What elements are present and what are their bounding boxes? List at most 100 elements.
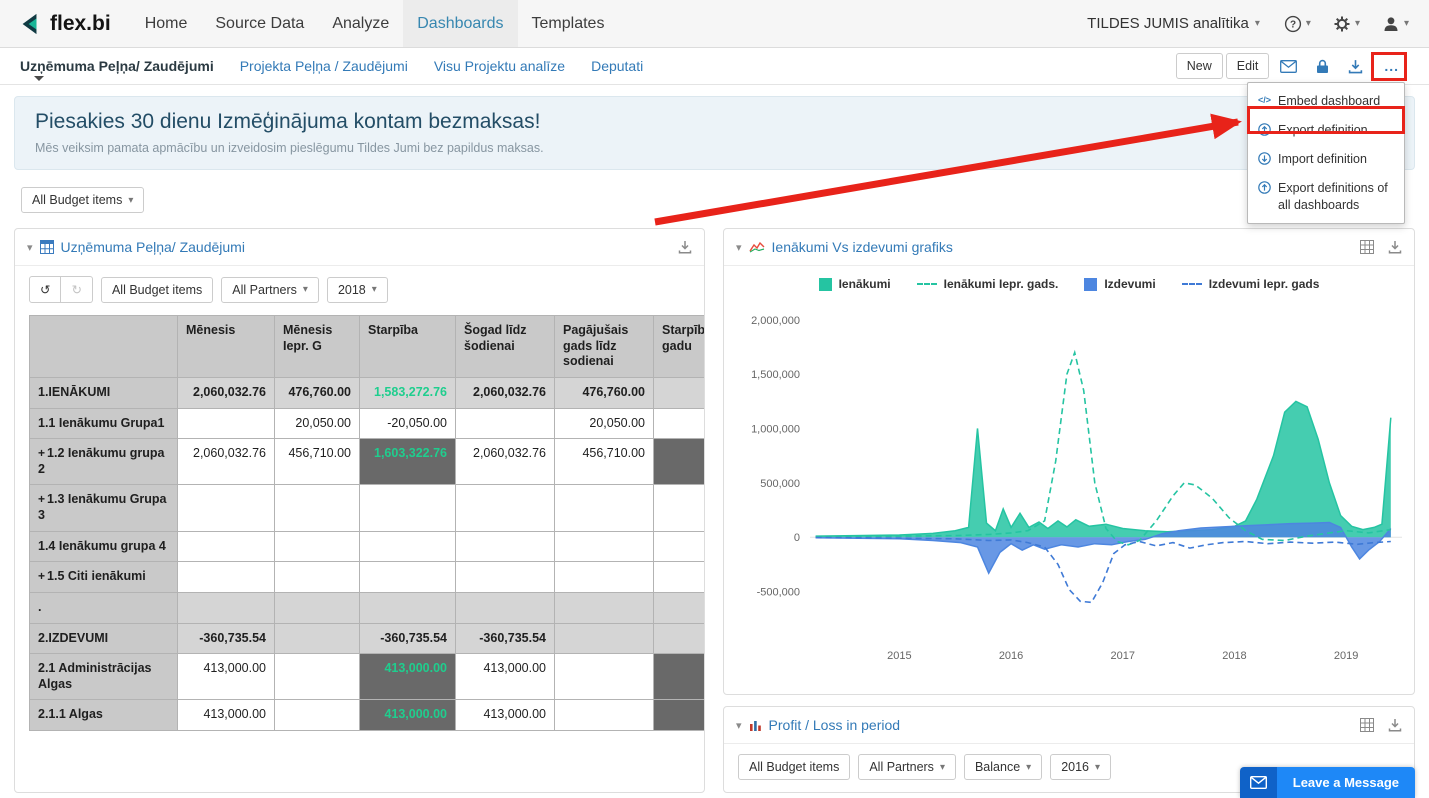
nav-source-data[interactable]: Source Data: [201, 0, 318, 47]
download-dashboard-button[interactable]: [1340, 55, 1371, 78]
filter-label: All Partners: [869, 760, 934, 774]
partners-filter[interactable]: All Partners ▾: [858, 754, 956, 780]
chevron-down-icon: ▾: [303, 284, 308, 295]
table-header-row: Mēnesis Mēnesis Iepr. G Starpība Šogad l…: [30, 316, 706, 378]
pl-widget-header-icons: [678, 240, 692, 254]
column-header: Starpība: [360, 316, 456, 378]
account-menu[interactable]: TILDES JUMIS analītika ▾: [1075, 15, 1272, 32]
table-cell: 2,060,032.76: [178, 377, 275, 408]
grid-icon: [1360, 718, 1374, 732]
flexbi-logo[interactable]: flex.bi: [18, 12, 111, 36]
undo-button[interactable]: ↺: [29, 276, 61, 303]
year-filter[interactable]: 2016 ▾: [1050, 754, 1111, 780]
column-header: Mēnesis: [178, 316, 275, 378]
redo-button[interactable]: ↻: [61, 276, 92, 303]
table-row: +1.3 Ienākumu Grupa 3: [30, 485, 706, 531]
redo-icon: ↻: [71, 282, 81, 297]
row-label: .: [30, 592, 178, 623]
share-dashboard-button[interactable]: [1272, 56, 1305, 77]
legend-swatch: [1182, 283, 1202, 285]
table-cell: [275, 485, 360, 531]
tab-uznemuma-pelna[interactable]: Uzņēmuma Peļņa/ Zaudējumi: [20, 58, 214, 74]
table-cell: [555, 654, 654, 700]
expand-icon[interactable]: +: [38, 492, 45, 506]
menu-item-import-definition[interactable]: Import definition: [1248, 145, 1404, 174]
table-cell: [275, 654, 360, 700]
partners-filter[interactable]: All Partners ▾: [221, 277, 319, 303]
pl-table-body: 1.IENĀKUMI2,060,032.76476,760.001,583,27…: [30, 377, 706, 730]
legend-item-ienakumi[interactable]: Ienākumi: [819, 277, 891, 291]
collapse-caret-icon[interactable]: ▾: [736, 719, 742, 732]
expand-icon[interactable]: +: [38, 569, 45, 583]
nav-templates[interactable]: Templates: [518, 0, 619, 47]
new-dashboard-button[interactable]: New: [1176, 53, 1223, 79]
tab-visu-projektu[interactable]: Visu Projektu analīze: [434, 58, 565, 74]
nav-dashboards[interactable]: Dashboards: [403, 0, 517, 47]
table-cell: 413,000.00: [456, 654, 555, 700]
budget-items-filter[interactable]: All Budget items: [101, 277, 213, 303]
undo-icon: ↺: [40, 282, 50, 297]
income-expense-chart: -500,0000500,0001,000,0001,500,0002,000,…: [724, 297, 1414, 689]
table-cell: [555, 562, 654, 593]
legend-item-izdevumi-iepr[interactable]: Izdevumi Iepr. gads: [1182, 277, 1320, 291]
table-cell: 413: [654, 654, 706, 700]
import-icon: [1258, 152, 1271, 165]
row-label: 1.IENĀKUMI: [30, 377, 178, 408]
chevron-down-icon: ▾: [940, 762, 945, 773]
table-cell: 2,060,032.76: [178, 439, 275, 485]
table-cell: [654, 562, 706, 593]
view-as-table-button[interactable]: [1360, 718, 1374, 732]
table-cell: 413,000.00: [456, 700, 555, 731]
menu-item-export-definition[interactable]: Export definition: [1248, 116, 1404, 145]
export-widget-button[interactable]: [1388, 240, 1402, 254]
svg-text:2016: 2016: [999, 650, 1023, 662]
table-cell: [275, 623, 360, 654]
help-menu[interactable]: ? ▾: [1274, 15, 1321, 33]
table-cell: [456, 562, 555, 593]
edit-dashboard-button[interactable]: Edit: [1226, 53, 1270, 79]
svg-text:1,500,000: 1,500,000: [751, 369, 800, 381]
year-filter[interactable]: 2018 ▾: [327, 277, 388, 303]
chart-widget-title[interactable]: Ienākumi Vs izdevumi grafiks: [772, 239, 953, 255]
view-as-table-button[interactable]: [1360, 240, 1374, 254]
legend-item-ienakumi-iepr[interactable]: Ienākumi Iepr. gads.: [917, 277, 1059, 291]
nav-analyze[interactable]: Analyze: [318, 0, 403, 47]
legend-swatch: [917, 283, 937, 285]
tab-projekta-pelna[interactable]: Projekta Peļņa / Zaudējumi: [240, 58, 408, 74]
export-widget-button[interactable]: [678, 240, 692, 254]
legend-label: Ienākumi Iepr. gads.: [944, 277, 1059, 291]
lock-dashboard-button[interactable]: [1308, 55, 1337, 78]
chevron-down-icon: ▾: [1095, 762, 1100, 773]
menu-item-embed-dashboard[interactable]: </> Embed dashboard: [1248, 87, 1404, 116]
menu-item-export-all-definitions[interactable]: Export definitions of all dashboards: [1248, 174, 1404, 220]
row-label: 1.1 Ienākumu Grupa1: [30, 408, 178, 439]
line-chart-icon: [749, 241, 765, 253]
pl-widget-title[interactable]: Uzņēmuma Peļņa/ Zaudējumi: [61, 239, 245, 255]
profit-widget-title[interactable]: Profit / Loss in period: [769, 717, 901, 733]
page-budget-items-filter[interactable]: All Budget items ▾: [21, 187, 144, 213]
tab-deputati[interactable]: Deputati: [591, 58, 643, 74]
table-row: 2.1 Administrācijas Algas413,000.00413,0…: [30, 654, 706, 700]
page-filter-row: All Budget items ▾: [21, 187, 1429, 213]
nav-home[interactable]: Home: [131, 0, 202, 47]
export-widget-button[interactable]: [1388, 718, 1402, 732]
leave-a-message-button[interactable]: Leave a Message: [1240, 767, 1415, 798]
chat-label: Leave a Message: [1277, 767, 1415, 798]
legend-item-izdevumi[interactable]: Izdevumi: [1084, 277, 1155, 291]
expand-icon[interactable]: +: [38, 446, 45, 460]
table-cell: 476,760.00: [555, 377, 654, 408]
column-header: Šogad līdz šodienai: [456, 316, 555, 378]
table-cell: 413,000.00: [178, 654, 275, 700]
collapse-caret-icon[interactable]: ▾: [736, 241, 742, 254]
collapse-caret-icon[interactable]: ▾: [27, 241, 33, 254]
budget-items-filter[interactable]: All Budget items: [738, 754, 850, 780]
table-cell: -20,050.00: [360, 408, 456, 439]
user-menu[interactable]: ▾: [1372, 15, 1419, 33]
table-row: 1.1 Ienākumu Grupa120,050.00-20,050.0020…: [30, 408, 706, 439]
right-column: ▾ Ienākumi Vs izdevumi grafiks: [723, 228, 1415, 793]
more-actions-button[interactable]: ...: [1374, 54, 1409, 78]
balance-filter[interactable]: Balance ▾: [964, 754, 1042, 780]
settings-menu[interactable]: ▾: [1323, 15, 1370, 33]
code-icon: </>: [1258, 94, 1271, 106]
table-cell: 1,583: [654, 377, 706, 408]
